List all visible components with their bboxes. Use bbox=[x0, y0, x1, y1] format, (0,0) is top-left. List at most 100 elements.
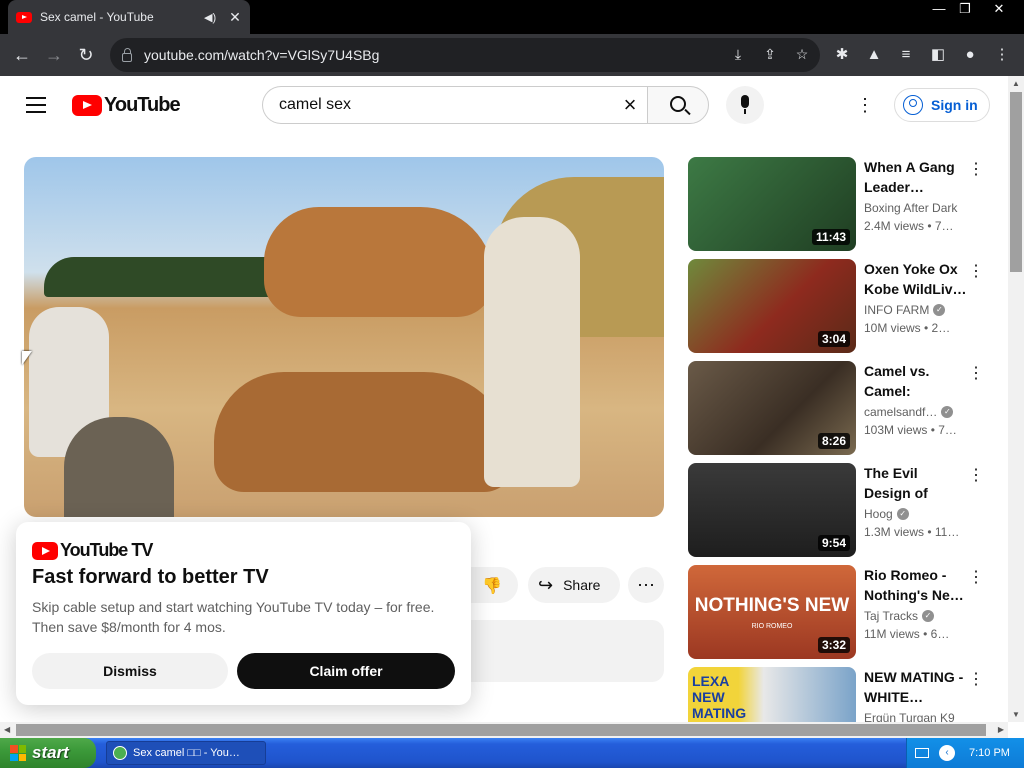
scroll-down-icon[interactable]: ▼ bbox=[1012, 710, 1020, 719]
keyboard-icon[interactable] bbox=[915, 748, 929, 758]
voice-search-mic-icon[interactable] bbox=[726, 86, 764, 124]
claim-offer-button[interactable]: Claim offer bbox=[237, 653, 455, 689]
recommendation-menu-icon[interactable]: ⋮ bbox=[968, 567, 984, 587]
sign-in-button[interactable]: Sign in bbox=[894, 88, 990, 122]
channel-name[interactable]: Boxing After Dark bbox=[864, 201, 968, 215]
side-panel-icon[interactable]: ◧ bbox=[928, 46, 948, 64]
browser-tab[interactable]: Sex camel - YouTube ◀) ✕ bbox=[8, 0, 250, 34]
back-arrow-icon[interactable]: ← bbox=[6, 39, 38, 71]
window-restore-button[interactable]: ❐ bbox=[950, 0, 980, 18]
verified-check-icon: ✓ bbox=[896, 508, 909, 520]
address-bar[interactable]: youtube.com/watch?v=VGlSy7U4SBg bbox=[110, 38, 820, 72]
recommendation-menu-icon[interactable]: ⋮ bbox=[968, 669, 984, 689]
mouse-cursor-icon bbox=[22, 351, 32, 365]
extensions-puzzle-icon[interactable]: ✱ bbox=[832, 46, 852, 64]
youtube-logo-text: YouTube bbox=[104, 94, 181, 116]
taskbar-window-button[interactable]: Sex camel □□ - You… bbox=[106, 741, 266, 765]
forward-arrow-icon[interactable]: → bbox=[38, 39, 70, 71]
channel-name[interactable]: INFO FARM ✓ bbox=[864, 303, 968, 317]
tab-close-icon[interactable]: ✕ bbox=[228, 9, 242, 26]
share-label: Share bbox=[563, 577, 601, 593]
reload-icon[interactable]: ↻ bbox=[70, 39, 102, 71]
window-close-button[interactable]: ✕ bbox=[984, 0, 1014, 18]
youtube-logo[interactable]: YouTube bbox=[72, 94, 181, 117]
start-button[interactable]: start bbox=[0, 738, 96, 768]
sign-in-label: Sign in bbox=[931, 97, 978, 113]
windows-taskbar: start Sex camel □□ - You… ‹ 7:10 PM bbox=[0, 738, 1024, 768]
media-queue-icon[interactable]: ≡ bbox=[896, 46, 916, 64]
search-icon bbox=[670, 96, 686, 112]
profile-avatar-icon[interactable]: ● bbox=[960, 46, 980, 64]
install-app-icon[interactable]: ⤓ bbox=[730, 46, 746, 62]
bookmark-star-icon[interactable]: ☆ bbox=[794, 46, 810, 62]
scroll-right-icon[interactable]: ▶ bbox=[998, 725, 1004, 734]
recommendation-item[interactable]: 9:54 The Evil Design of Japan's… Hoog✓ 1… bbox=[688, 463, 988, 557]
more-actions-button[interactable]: ⋯ bbox=[628, 567, 664, 603]
description-box[interactable] bbox=[464, 620, 664, 682]
youtube-play-logo-icon bbox=[72, 95, 102, 116]
recommendation-item[interactable]: 8:26 Camel vs. Camel: Anima… camelsandf…… bbox=[688, 361, 988, 455]
taskbar-window-label: Sex camel □□ - You… bbox=[133, 747, 240, 759]
lock-icon bbox=[122, 47, 132, 62]
audio-playing-icon[interactable]: ◀) bbox=[204, 11, 218, 24]
duration-badge: 8:26 bbox=[817, 433, 850, 449]
recommendation-item[interactable]: 3:04 Oxen Yoke Ox Kobe WildLiv… INFO FAR… bbox=[688, 259, 988, 353]
youtube-tv-logo-text: YouTube TV bbox=[60, 540, 153, 560]
chrome-menu-icon[interactable]: ⋮ bbox=[992, 46, 1012, 64]
recommendation-menu-icon[interactable]: ⋮ bbox=[968, 159, 984, 179]
video-meta: 11M views • 6… bbox=[864, 627, 950, 641]
recommendation-title[interactable]: When A Gang Leader… bbox=[864, 157, 968, 197]
scroll-left-icon[interactable]: ◀ bbox=[4, 725, 10, 734]
settings-kebab-icon[interactable]: ⋮ bbox=[856, 94, 874, 116]
tab-strip: Sex camel - YouTube ◀) ✕ — ❐ ✕ bbox=[0, 0, 1024, 34]
video-player[interactable] bbox=[24, 157, 664, 517]
recommendation-title[interactable]: Rio Romeo - Nothing's Ne… bbox=[864, 565, 968, 605]
horizontal-scroll-thumb[interactable] bbox=[16, 724, 986, 736]
account-circle-icon bbox=[903, 95, 923, 115]
video-thumbnail[interactable]: 11:43 bbox=[688, 157, 856, 251]
share-button[interactable]: ↪ Share bbox=[528, 567, 620, 603]
verified-check-icon: ✓ bbox=[933, 304, 946, 316]
video-frame-person-right bbox=[484, 217, 580, 487]
recommendation-item[interactable]: NOTHING'S NEW RIO ROMEO 3:32 Rio Romeo -… bbox=[688, 565, 988, 659]
promo-body: Skip cable setup and start watching YouT… bbox=[32, 599, 435, 635]
recommendation-item[interactable]: 11:43 When A Gang Leader… Boxing After D… bbox=[688, 157, 988, 251]
channel-name[interactable]: Ergün Turgan K9 bbox=[864, 711, 968, 722]
channel-name[interactable]: camelsandf… ✓ bbox=[864, 405, 968, 419]
verified-check-icon: ✓ bbox=[941, 406, 954, 418]
dismiss-button[interactable]: Dismiss bbox=[32, 653, 228, 689]
recommendation-item[interactable]: LEXA NEW MATING NEW MATING - WHITE… Ergü… bbox=[688, 667, 988, 722]
recommendation-title[interactable]: Camel vs. Camel: Anima… bbox=[864, 361, 968, 401]
video-thumbnail[interactable]: NOTHING'S NEW RIO ROMEO 3:32 bbox=[688, 565, 856, 659]
thumbnail-overlay-text: LEXA NEW MATING bbox=[692, 673, 747, 721]
clock: 7:10 PM bbox=[969, 747, 1010, 759]
search-button[interactable] bbox=[647, 86, 709, 124]
recommendation-menu-icon[interactable]: ⋮ bbox=[968, 261, 984, 281]
search-input[interactable]: camel sex bbox=[262, 86, 648, 124]
language-bar-icon[interactable]: ‹ bbox=[939, 745, 955, 761]
scroll-up-icon[interactable]: ▲ bbox=[1012, 79, 1020, 88]
video-thumbnail[interactable]: LEXA NEW MATING bbox=[688, 667, 856, 722]
youtube-tv-promo-card: YouTube TV Fast forward to better TV Ski… bbox=[16, 522, 471, 705]
system-tray: ‹ 7:10 PM bbox=[906, 738, 1024, 768]
vertical-scrollbar[interactable]: ▲ ▼ bbox=[1008, 76, 1024, 722]
channel-name[interactable]: Hoog ✓ bbox=[864, 507, 968, 521]
labs-flask-icon[interactable]: ▲ bbox=[864, 46, 884, 64]
channel-name[interactable]: Taj Tracks ✓ bbox=[864, 609, 968, 623]
horizontal-scrollbar[interactable]: ◀ ▶ bbox=[0, 722, 1008, 738]
vertical-scroll-thumb[interactable] bbox=[1010, 92, 1022, 272]
recommendation-title[interactable]: The Evil Design of Japan's… bbox=[864, 463, 968, 503]
hamburger-menu-icon[interactable] bbox=[26, 97, 46, 113]
clear-search-icon[interactable]: × bbox=[620, 94, 640, 116]
recommendation-title[interactable]: Oxen Yoke Ox Kobe WildLiv… bbox=[864, 259, 968, 299]
video-frame-person-sitting bbox=[64, 417, 174, 517]
recommendation-menu-icon[interactable]: ⋮ bbox=[968, 363, 984, 383]
recommendation-menu-icon[interactable]: ⋮ bbox=[968, 465, 984, 485]
video-thumbnail[interactable]: 3:04 bbox=[688, 259, 856, 353]
recommendation-title[interactable]: NEW MATING - WHITE… bbox=[864, 667, 968, 707]
video-thumbnail[interactable]: 8:26 bbox=[688, 361, 856, 455]
video-thumbnail[interactable]: 9:54 bbox=[688, 463, 856, 557]
share-page-icon[interactable]: ⇪ bbox=[762, 46, 778, 62]
video-meta: 2.4M views • 7… bbox=[864, 219, 954, 233]
dislike-button[interactable]: 👎 bbox=[464, 567, 518, 603]
